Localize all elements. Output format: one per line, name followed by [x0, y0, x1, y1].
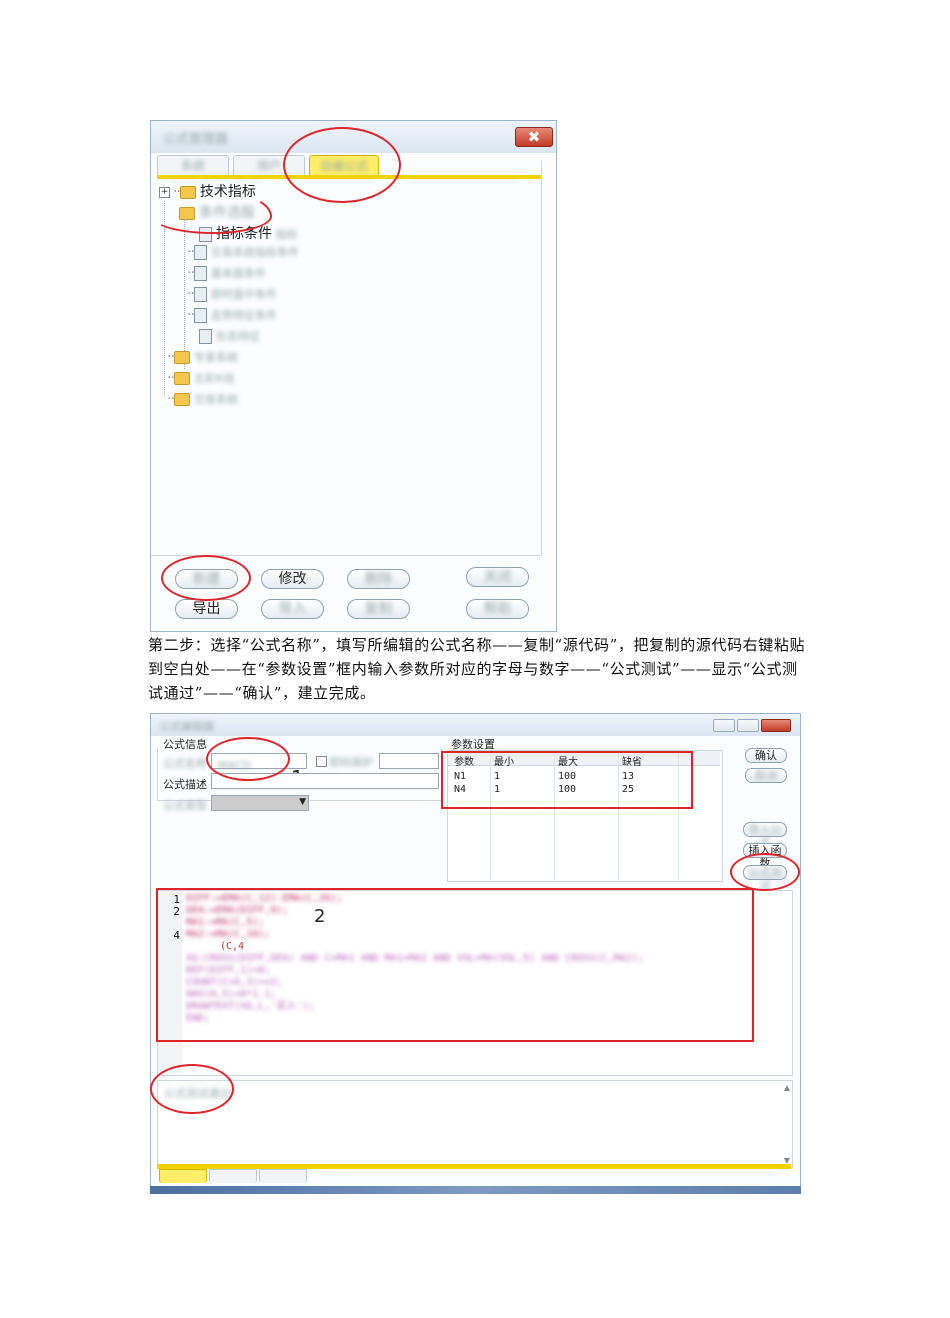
modify-button[interactable]: 修改 — [261, 569, 324, 589]
document-icon — [199, 328, 212, 344]
help-button[interactable]: 帮助 — [466, 599, 529, 619]
bottom-tab-2[interactable] — [209, 1169, 257, 1183]
password-input[interactable] — [379, 753, 439, 769]
tree-item[interactable]: ·· 即时盘中条件 — [187, 286, 277, 302]
cancel-button[interactable]: 取消 — [745, 768, 787, 783]
formula-name-label: 公式名称 — [163, 757, 207, 770]
formula-tree: + ·· 技术指标 条件选股 指标条件 指标 ·· 交易系统指标条件 ·· 基本面条件 … — [159, 181, 539, 589]
annotation-circle-tab — [283, 127, 401, 203]
close-button[interactable]: 关闭 — [466, 567, 529, 587]
folder-icon — [173, 392, 190, 406]
annotation-circle-new — [161, 555, 251, 601]
window-title: 公式管理器 — [163, 132, 229, 147]
tree-item[interactable]: ·· 基本面条件 — [187, 265, 266, 281]
tree-item[interactable]: 形态特征 — [199, 328, 260, 344]
password-label: 密码保护 — [329, 756, 373, 769]
document-icon — [193, 265, 207, 281]
maximize-icon[interactable] — [737, 719, 759, 732]
annotation-circle-formula-name — [206, 737, 290, 781]
document-icon — [193, 244, 207, 260]
document-icon — [193, 286, 207, 302]
tree-connector — [164, 201, 165, 396]
annotation-circle-tree — [152, 190, 272, 234]
confirm-button[interactable]: 确认 — [745, 748, 787, 763]
bottom-tab-1[interactable] — [159, 1169, 207, 1183]
divider — [541, 161, 542, 555]
taskbar — [150, 1186, 801, 1194]
insert-formula-button[interactable]: 导入公式 — [743, 822, 787, 849]
annotation-rect-params — [441, 751, 693, 809]
formula-type-select[interactable]: ▼ — [211, 795, 309, 811]
tree-item-folder[interactable]: ·· 五彩K线 — [167, 370, 234, 386]
folder-icon — [173, 350, 190, 364]
annotation-circle-test — [730, 853, 800, 891]
export-button[interactable]: 导出 — [175, 599, 238, 619]
annotation-circle-result — [150, 1064, 234, 1114]
formula-desc-label: 公式描述 — [163, 778, 207, 791]
import-button[interactable]: 导入 — [261, 599, 324, 619]
bottom-tab-3[interactable] — [259, 1169, 307, 1183]
scroll-up-icon[interactable]: ▲ — [784, 1083, 790, 1092]
password-checkbox[interactable] — [316, 756, 327, 767]
close-icon[interactable] — [761, 719, 791, 732]
window-title: 公式编辑器 — [159, 720, 214, 733]
message-area: 公式测试通过! ▲ ▼ — [157, 1080, 793, 1168]
folder-icon — [173, 371, 190, 385]
annotation-rect-code — [156, 888, 754, 1042]
tree-item-folder[interactable]: ·· 交易系统 — [167, 391, 238, 407]
document-icon — [193, 307, 207, 323]
close-icon[interactable]: ✖ — [515, 127, 553, 147]
tree-item-folder[interactable]: ·· 专家系统 — [167, 349, 238, 365]
copy-button[interactable]: 复制 — [347, 599, 410, 619]
tree-connector — [184, 219, 185, 369]
minimize-icon[interactable] — [713, 719, 735, 732]
tree-item[interactable]: ·· 交易系统指标条件 — [187, 244, 299, 260]
delete-button[interactable]: 删除 — [347, 569, 410, 589]
chevron-down-icon: ▼ — [299, 797, 306, 807]
instruction-paragraph: 第二步：选择“公式名称”，填写所编辑的公式名称——复制“源代码”，把复制的源代码… — [148, 636, 806, 702]
tree-item[interactable]: ·· 走势特征条件 — [187, 307, 277, 323]
expand-icon[interactable]: + — [159, 186, 170, 198]
formula-type-label: 公式类型 — [163, 799, 207, 812]
title-bar: 公式编辑器 — [151, 714, 800, 736]
tab-1[interactable]: 系统 — [157, 155, 229, 177]
